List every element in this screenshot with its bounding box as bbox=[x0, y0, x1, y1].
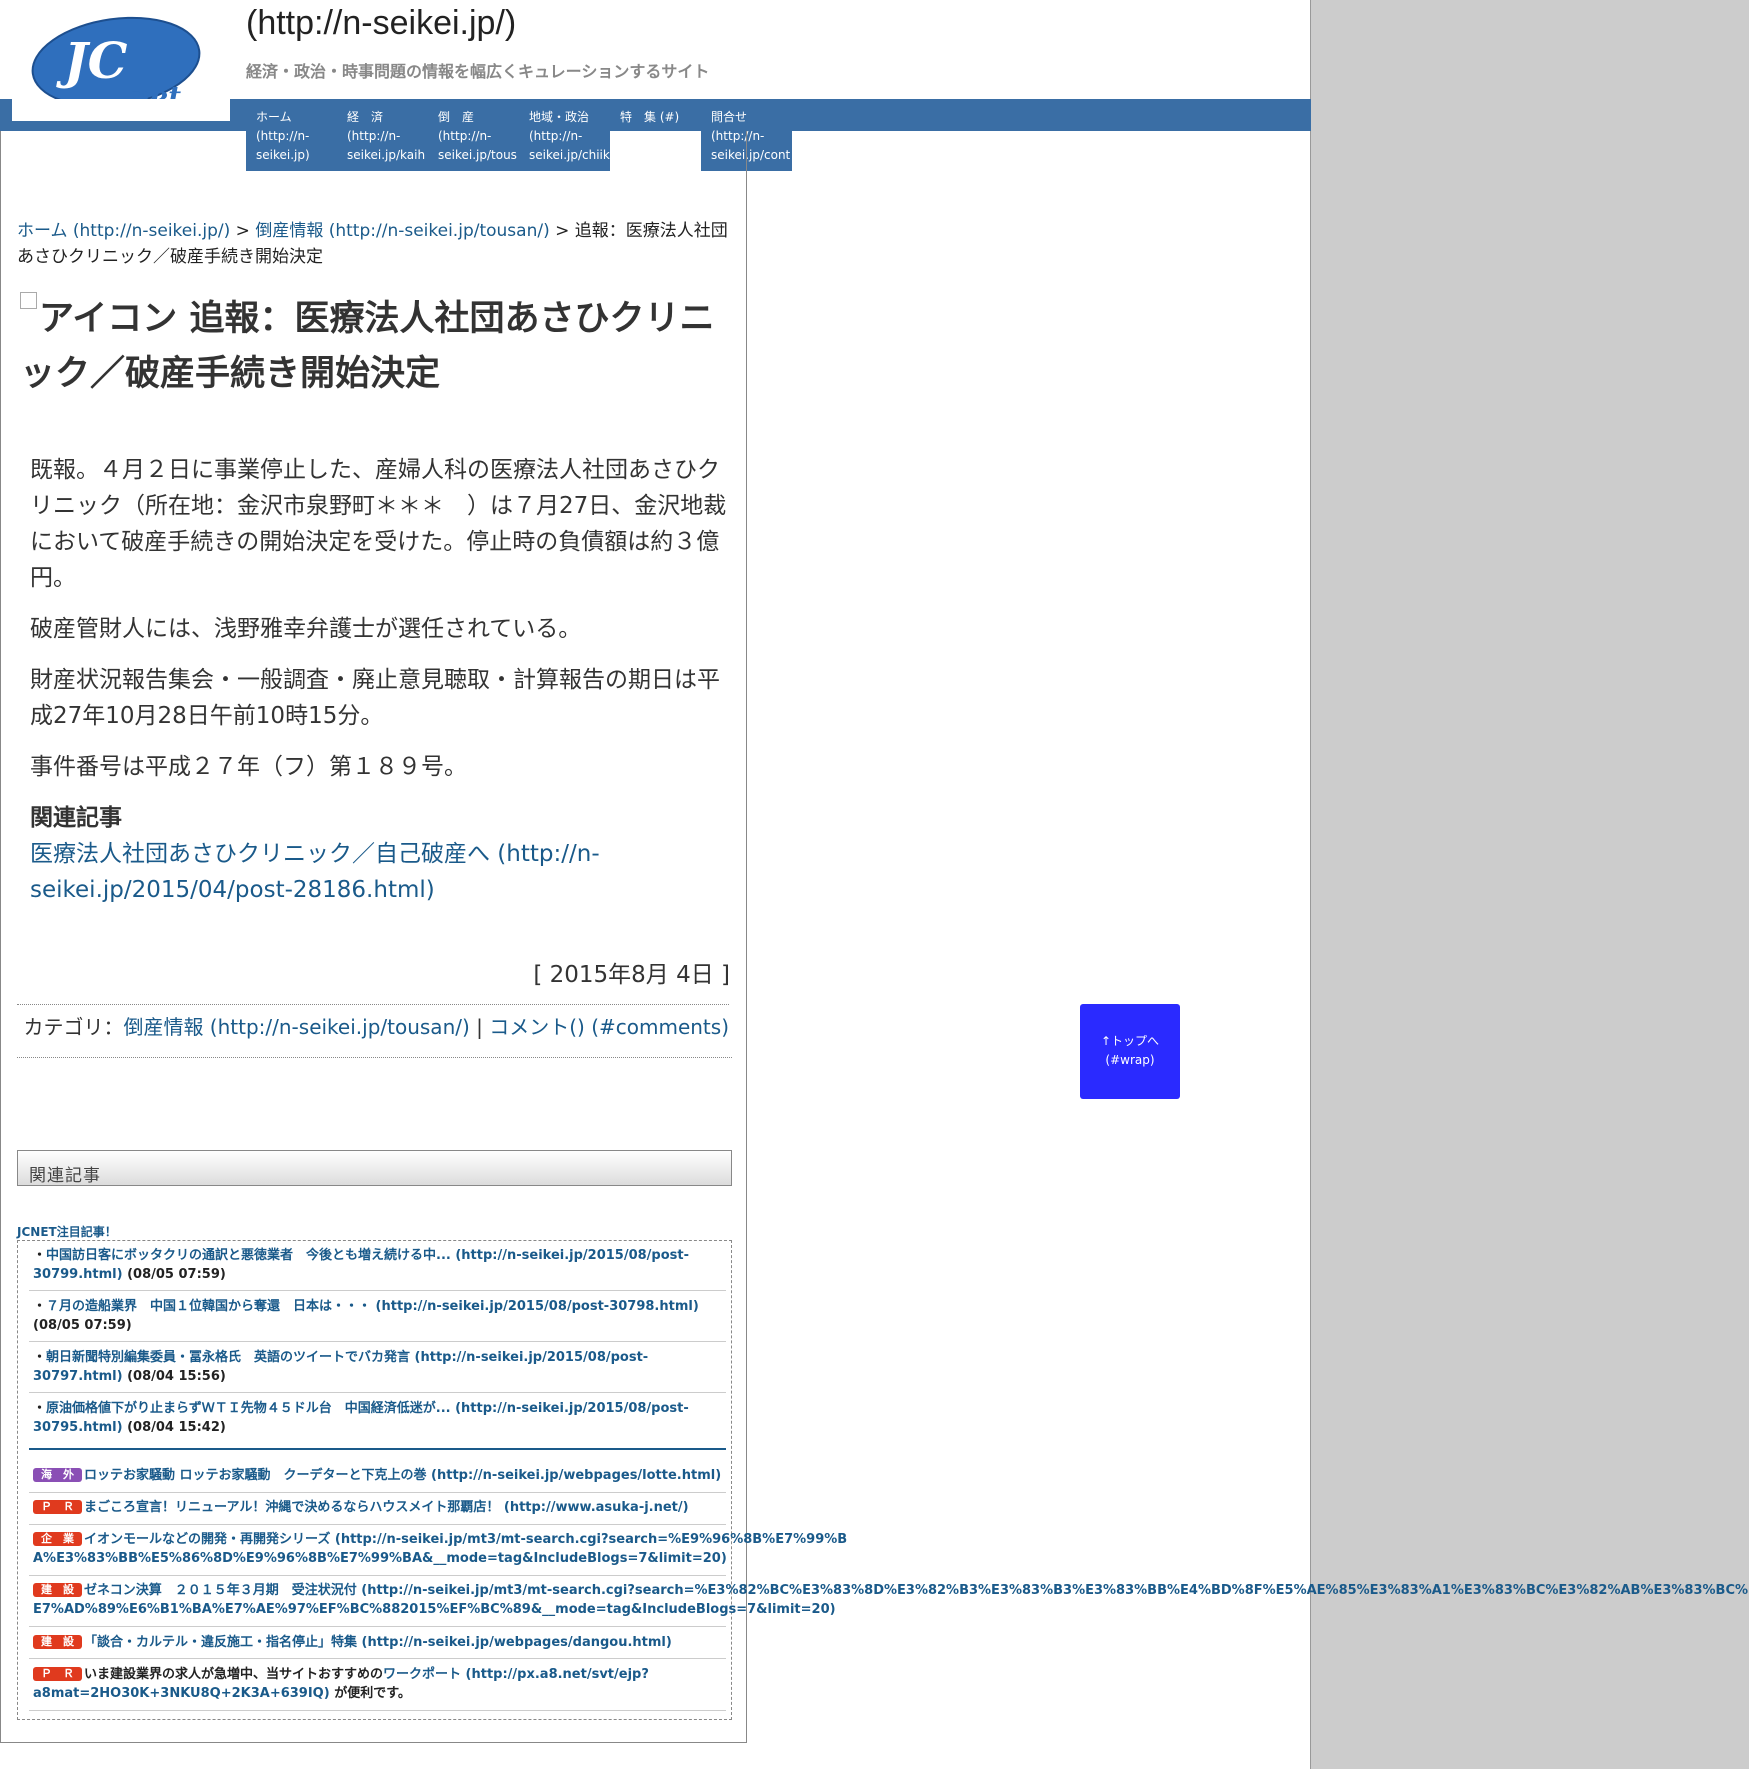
article-date: [ 2015年8月 4日 ] bbox=[533, 962, 730, 988]
list-divider bbox=[29, 1710, 726, 1711]
list-item: ・朝日新聞特別編集委員・冨永格氏 英語のツイートでバカ発言 (http://n-… bbox=[33, 1348, 723, 1386]
category-badge: 海 外 bbox=[33, 1468, 82, 1482]
nav-label: 特 集 (#) bbox=[620, 110, 680, 124]
category-badge: 建 設 bbox=[33, 1635, 82, 1649]
bullet: ・ bbox=[33, 1401, 47, 1416]
article-meta: カテゴリ：倒産情報 (http://n-seikei.jp/tousan/) |… bbox=[17, 1004, 729, 1040]
list-item: 建 設「談合・カルテル・違反施工・指名停止」特集 (http://n-seike… bbox=[33, 1633, 1749, 1652]
list-divider bbox=[29, 1492, 726, 1493]
article-body: 既報。４月２日に事業停止した、産婦人科の医療法人社団あさひクリニック（所在地：金… bbox=[30, 452, 736, 923]
article-paragraph: 既報。４月２日に事業停止した、産婦人科の医療法人社団あさひクリニック（所在地：金… bbox=[30, 457, 727, 591]
article-title: アイコン 追報：医療法人社団あさひクリニック／破産手続き開始決定 bbox=[20, 292, 730, 402]
list-item: ・原油価格値下がり止まらずＷＴＩ先物４５ドル台 中国経済低迷が... (http… bbox=[33, 1399, 723, 1437]
article-paragraph: 破産管財人には、浅野雅幸弁護士が選任されている。 bbox=[30, 616, 582, 642]
list-item: 建 設ゼネコン決算 ２０１５年３月期 受注状況付 (http://n-seike… bbox=[33, 1581, 1749, 1619]
list-divider bbox=[29, 1392, 726, 1393]
pr-link[interactable]: イオンモールなどの開発・再開発シリーズ (http://n-seikei.jp/… bbox=[33, 1532, 847, 1566]
list-divider bbox=[29, 1341, 726, 1342]
site-url-link[interactable]: (http://n-seikei.jp/) bbox=[246, 4, 516, 43]
list-item: Ｐ Ｒ まごころ宣言！リニューアル！沖縄で決めるならハウスメイト那覇店！ (htt… bbox=[33, 1498, 1749, 1517]
category-badge: Ｐ Ｒ bbox=[33, 1667, 82, 1681]
list-divider bbox=[29, 1658, 726, 1659]
breadcrumb: ホーム (http://n-seikei.jp/) > 倒産情報 (http:/… bbox=[17, 218, 739, 270]
article-paragraph: 財産状況報告集会・一般調査・廃止意見聴取・計算報告の期日は平成27年10月28日… bbox=[30, 667, 720, 729]
related-articles-header: 関連記事 bbox=[17, 1150, 732, 1186]
list-divider bbox=[29, 1290, 726, 1291]
nav-label: ホーム bbox=[256, 110, 292, 124]
nav-label: 問合せ bbox=[711, 110, 748, 124]
item-time: (08/05 07:59) bbox=[127, 1267, 226, 1282]
featured-article-link[interactable]: ７月の造船業界 中国１位韓国から奪還 日本は・・・ (http://n-seik… bbox=[46, 1299, 699, 1314]
meta-category-link[interactable]: 倒産情報 (http://n-seikei.jp/tousan/) bbox=[123, 1015, 469, 1039]
list-item: ・中国訪日客にボッタクリの通訳と悪徳業者 今後とも増え続ける中... (http… bbox=[33, 1246, 723, 1284]
logo-backdrop bbox=[12, 99, 230, 121]
list-divider bbox=[29, 1575, 726, 1576]
nav-label: 倒 産 bbox=[438, 110, 475, 124]
page-container: JC net. (http://n-seikei.jp/) 経済・政治・時事問題… bbox=[0, 0, 1748, 1769]
jcnet-featured-label: JCNET注目記事！ bbox=[17, 1225, 117, 1239]
article-paragraph: 事件番号は平成２７年（フ）第１８９号。 bbox=[30, 754, 467, 780]
to-top-url: (#wrap) bbox=[1105, 1053, 1155, 1067]
breadcrumb-separator: > bbox=[549, 221, 575, 241]
item-text: いま建設業界の求人が急増中、当サイトおすすめの bbox=[84, 1667, 384, 1682]
bullet: ・ bbox=[33, 1299, 47, 1314]
meta-separator: | bbox=[469, 1015, 490, 1039]
pr-link[interactable]: まごころ宣言！リニューアル！沖縄で決めるならハウスメイト那覇店！ (http:/… bbox=[84, 1500, 689, 1515]
breadcrumb-home-link[interactable]: ホーム (http://n-seikei.jp/) bbox=[17, 221, 230, 241]
category-badge: 企 業 bbox=[33, 1532, 82, 1546]
item-time: (08/04 15:42) bbox=[127, 1420, 226, 1435]
site-tagline: 経済・政治・時事問題の情報を幅広くキュレーションするサイト bbox=[246, 62, 710, 81]
pr-link[interactable]: 「談合・カルテル・違反施工・指名停止」特集 (http://n-seikei.j… bbox=[84, 1635, 672, 1650]
item-suffix: が便利です。 bbox=[329, 1686, 411, 1701]
list-item: 海 外ロッテお家騒動 ロッテお家騒動 クーデターと下克上の巻 (http://n… bbox=[33, 1466, 1749, 1485]
list-item: ・７月の造船業界 中国１位韓国から奪還 日本は・・・ (http://n-sei… bbox=[33, 1297, 723, 1335]
featured-article-link[interactable]: 朝日新聞特別編集委員・冨永格氏 英語のツイートでバカ発言 (http://n-s… bbox=[33, 1350, 648, 1384]
pr-link[interactable]: ゼネコン決算 ２０１５年３月期 受注状況付 (http://n-seikei.j… bbox=[33, 1583, 1748, 1617]
bullet: ・ bbox=[33, 1350, 47, 1365]
list-divider bbox=[29, 1524, 726, 1525]
logo-text-top: JC bbox=[56, 31, 128, 90]
category-badge: 建 設 bbox=[33, 1583, 82, 1597]
bullet: ・ bbox=[33, 1248, 47, 1263]
list-item: 企 業イオンモールなどの開発・再開発シリーズ (http://n-seikei.… bbox=[33, 1530, 853, 1568]
meta-category-prefix: カテゴリ： bbox=[23, 1015, 124, 1039]
related-heading: 関連記事 bbox=[30, 805, 122, 831]
list-divider bbox=[29, 1626, 726, 1627]
breadcrumb-separator: > bbox=[230, 221, 256, 241]
meta-comments-link[interactable]: コメント() (#comments) bbox=[489, 1015, 729, 1039]
article-icon-alt: アイコン bbox=[39, 299, 178, 339]
nav-label: 地域・政治 bbox=[529, 110, 590, 124]
to-top-label: ↑トップへ bbox=[1100, 1034, 1160, 1048]
category-badge: Ｐ Ｒ bbox=[33, 1500, 82, 1514]
back-to-top-button[interactable]: ↑トップへ (#wrap) bbox=[1080, 1004, 1180, 1099]
meta-divider bbox=[17, 1057, 732, 1058]
nav-item-special[interactable]: 特 集 (#) bbox=[610, 101, 701, 133]
item-time: (08/04 15:56) bbox=[127, 1369, 226, 1384]
related-section: 関連記事 医療法人社団あさひクリニック／自己破産へ (http://n-seik… bbox=[30, 800, 736, 908]
related-article-link[interactable]: 医療法人社団あさひクリニック／自己破産へ (http://n-seikei.jp… bbox=[30, 841, 600, 903]
broken-image-icon bbox=[20, 292, 37, 309]
item-time: (08/05 07:59) bbox=[33, 1318, 132, 1333]
section-divider bbox=[29, 1448, 726, 1450]
breadcrumb-category-link[interactable]: 倒産情報 (http://n-seikei.jp/tousan/) bbox=[255, 221, 549, 241]
nav-label: 経 済 bbox=[347, 110, 384, 124]
list-item: Ｐ Ｒ いま建設業界の求人が急増中、当サイトおすすめのワークポート (http:/… bbox=[33, 1665, 723, 1703]
pr-link[interactable]: ロッテお家騒動 ロッテお家騒動 クーデターと下克上の巻 (http://n-se… bbox=[84, 1468, 721, 1483]
